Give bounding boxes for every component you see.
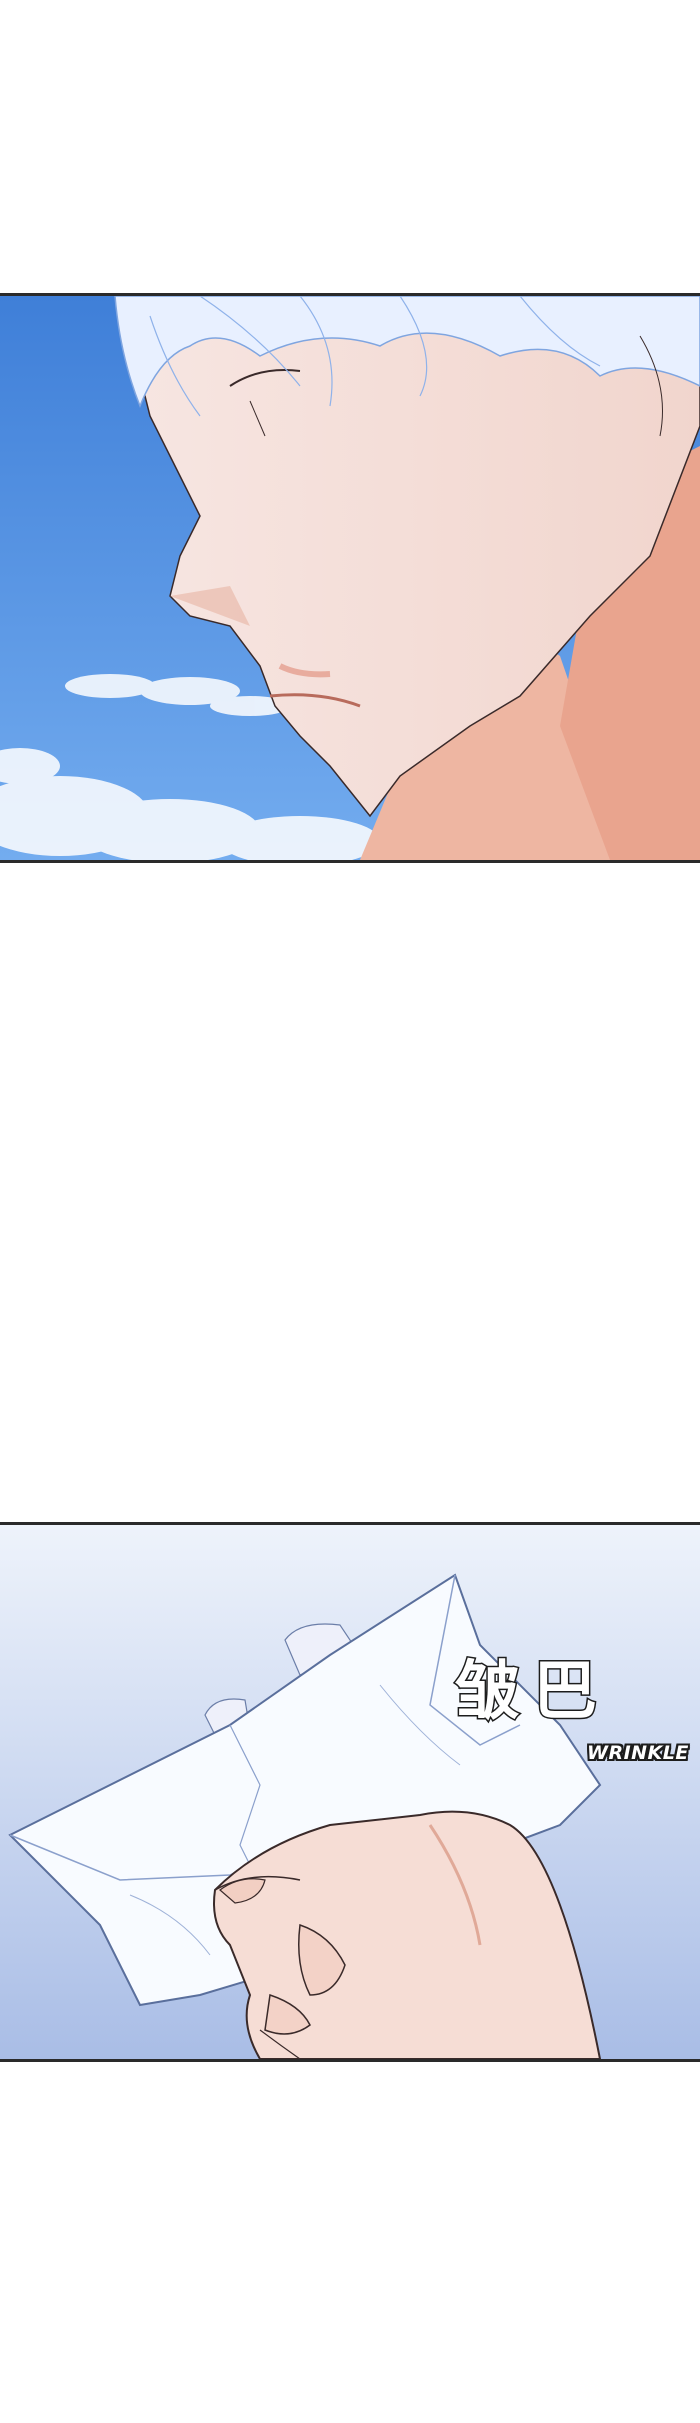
sfx-main-text: 皱巴 <box>454 1655 611 1729</box>
panel-crumpled-envelope <box>0 1522 700 2062</box>
envelope-illustration <box>0 1525 700 2059</box>
panel-face-profile <box>0 293 700 863</box>
sfx-wrinkle: 皱巴 WRINKLE <box>454 1655 689 1765</box>
face-profile-illustration <box>0 296 700 860</box>
sfx-sub-text: WRINKLE <box>587 1742 689 1764</box>
